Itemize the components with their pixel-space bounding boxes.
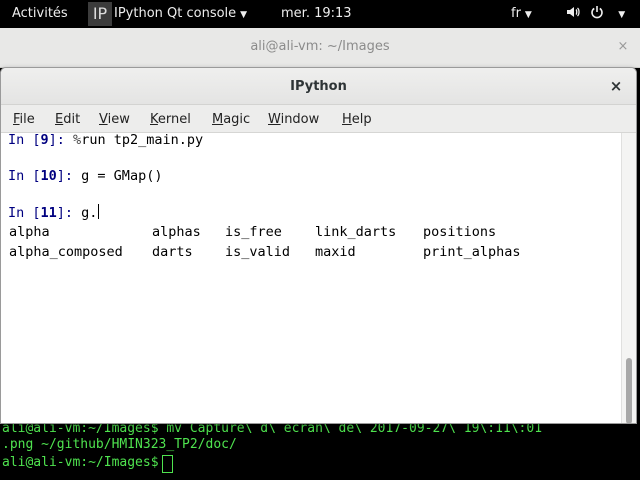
terminal-line: .png ~/github/HMIN323_TP2/doc/ (2, 437, 237, 452)
menu-mnemonic: E (55, 112, 64, 127)
app-menu-label: IPython Qt console (114, 6, 237, 21)
completion-item[interactable]: maxid (315, 244, 356, 260)
console-input-line: In [9]: %run tp2_main.py (8, 132, 203, 148)
magic-symbol: % (73, 132, 82, 148)
chevron-down-icon: ▼ (618, 10, 626, 20)
prompt-label: In [ (8, 168, 41, 184)
menu-label: ile (19, 112, 35, 127)
menu-label: iew (107, 112, 130, 127)
console-active-input-line[interactable]: In [11]: g. (8, 204, 100, 221)
menu-label: agic (223, 112, 251, 127)
menu-view[interactable]: View (99, 112, 130, 128)
prompt-number: 11 (40, 205, 57, 221)
menu-mnemonic: M (212, 112, 224, 127)
prompt-label: In [ (8, 205, 41, 221)
terminal-prompt-line: ali@ali-vm:~/Images$ (2, 455, 173, 473)
clock[interactable]: mer. 19:13 (281, 0, 352, 28)
vertical-scrollbar[interactable] (621, 133, 636, 423)
menu-label: dit (63, 112, 81, 127)
menu-edit[interactable]: Edit (55, 112, 80, 128)
prompt-number: 9 (40, 132, 49, 148)
top-bar: Activités IP IPython Qt console ▼ mer. 19:… (0, 0, 640, 28)
menu-label: ernel (157, 112, 191, 127)
menu-file[interactable]: File (13, 112, 35, 128)
language-label: fr (511, 6, 521, 21)
menu-mnemonic: W (268, 112, 281, 127)
chevron-down-icon: ▼ (240, 10, 248, 20)
terminal-close-button[interactable]: × (612, 36, 634, 58)
terminal-cursor (161, 455, 173, 473)
app-menu[interactable]: IP IPython Qt console ▼ (88, 0, 247, 28)
prompt-label: ]: (56, 205, 82, 221)
scrollbar-thumb[interactable] (626, 358, 632, 423)
volume-icon (566, 0, 580, 28)
ipython-titlebar[interactable]: IPython × (1, 68, 636, 105)
menu-mnemonic: H (342, 112, 352, 127)
activities-button[interactable]: Activités (12, 0, 68, 28)
completion-item[interactable]: is_free (225, 224, 282, 240)
completion-item[interactable]: alpha_composed (9, 244, 123, 260)
terminal-prompt: ali@ali-vm:~/Images$ (2, 455, 159, 470)
completion-item[interactable]: link_darts (315, 224, 396, 240)
menu-bar: File Edit View Kernel Magic Window Help (1, 105, 636, 133)
completion-item[interactable]: positions (423, 224, 496, 240)
menu-label: elp (351, 112, 372, 127)
menu-magic[interactable]: Magic (212, 112, 250, 128)
completion-item[interactable]: darts (152, 244, 193, 260)
completion-item[interactable]: alphas (152, 224, 201, 240)
code-text: g = GMap() (81, 168, 163, 184)
ipython-logo-icon: IP (88, 2, 112, 26)
window-title: IPython (290, 79, 347, 94)
terminal-titlebar[interactable]: ali@ali-vm: ~/Images × (0, 28, 640, 68)
prompt-label: ]: (48, 132, 74, 148)
prompt-label: ]: (56, 168, 82, 184)
completion-item[interactable]: is_valid (225, 244, 290, 260)
menu-kernel[interactable]: Kernel (150, 112, 191, 128)
chevron-down-icon: ▼ (524, 10, 532, 20)
prompt-label: In [ (8, 132, 41, 148)
code-text: run tp2_main.py (81, 132, 204, 148)
completion-item[interactable]: alpha (9, 224, 50, 240)
terminal-title: ali@ali-vm: ~/Images (250, 39, 390, 54)
menu-label: indow (280, 112, 320, 127)
console-area[interactable]: In [9]: %run tp2_main.py In [10]: g = GM… (1, 132, 621, 423)
menu-help[interactable]: Help (342, 112, 372, 128)
code-text: g. (81, 205, 98, 221)
close-button[interactable]: × (606, 76, 626, 96)
menu-window[interactable]: Window (268, 112, 319, 128)
menu-mnemonic: V (99, 112, 108, 127)
prompt-number: 10 (40, 168, 57, 184)
text-cursor (98, 204, 100, 219)
ipython-window: IPython × File Edit View Kernel Magic Wi… (0, 67, 637, 424)
completion-item[interactable]: print_alphas (423, 244, 521, 260)
console-input-line: In [10]: g = GMap() (8, 168, 162, 184)
system-menu[interactable]: ▼ (566, 0, 631, 28)
terminal-content[interactable]: ali@ali-vm:~/Images$ mv Capture\ d\ écra… (0, 420, 640, 480)
language-menu[interactable]: fr ▼ (511, 0, 532, 28)
menu-mnemonic: K (150, 112, 158, 127)
power-icon (590, 0, 604, 28)
